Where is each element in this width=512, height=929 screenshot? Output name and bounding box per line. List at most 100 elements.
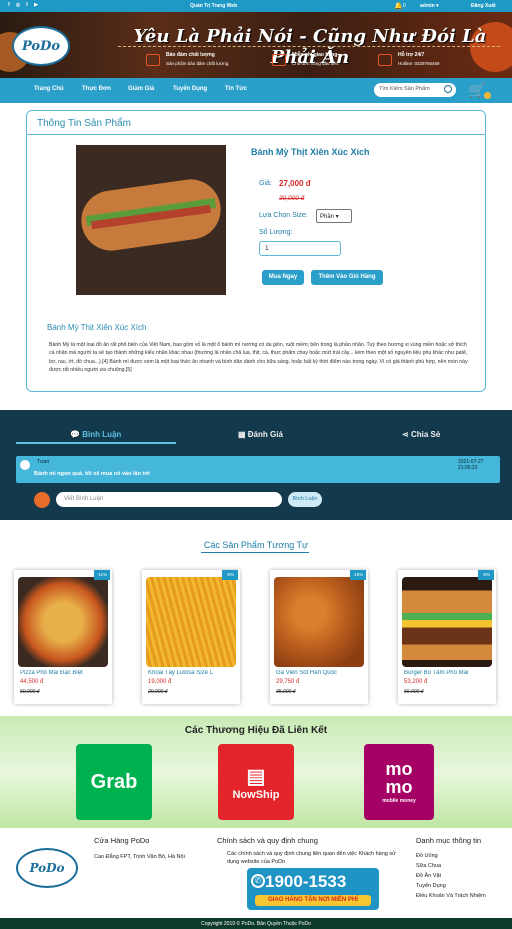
tab-label: Đánh Giá xyxy=(247,430,283,439)
cart-badge xyxy=(484,92,491,99)
brand-name: NowShip xyxy=(232,788,280,801)
related-underline xyxy=(201,552,309,553)
divider xyxy=(118,46,500,47)
clock-icon xyxy=(378,54,392,66)
hotline-tagline: GIAO HÀNG TẬN NƠI MIỄN PHÍ xyxy=(255,895,371,906)
category-recruitment[interactable]: Tuyển Dụng xyxy=(416,883,446,889)
logout-link[interactable]: Đăng Xuất xyxy=(471,3,496,9)
bell-icon[interactable]: 🔔 xyxy=(394,2,403,10)
discount-badge: -5% xyxy=(478,570,494,580)
site-logo[interactable]: PoDo xyxy=(12,26,70,66)
comment-text: Bánh mì ngon quá. tôi sẽ mua nó vào lần … xyxy=(34,471,150,477)
logo-text: PoDo xyxy=(29,861,65,875)
discount-badge: -11% xyxy=(94,570,110,580)
old-price: 30,000 đ xyxy=(279,195,305,202)
nav-home[interactable]: Trang Chủ xyxy=(34,86,64,92)
nav-news[interactable]: Tin Tức xyxy=(225,86,247,92)
phone-icon: ✆ xyxy=(251,874,265,888)
add-to-cart-button[interactable]: Thêm Vào Giỏ Hàng xyxy=(311,270,383,285)
product-name: Bánh Mỳ Thịt Xiên Xúc Xích xyxy=(251,147,370,157)
footer: PoDo Cửa Hàng PoDo Cao Đẳng FPT, Trịnh V… xyxy=(0,828,512,918)
discount-badge: -5% xyxy=(222,570,238,580)
hotline-number: 1900-1533 xyxy=(265,872,347,891)
brand-name: mo mo xyxy=(385,759,413,797)
box-header: Thông Tin Sản Phẩm xyxy=(27,111,485,135)
comment-input[interactable]: Viết Bình Luận xyxy=(56,492,282,507)
related-card-chicken[interactable]: -15% Gà Viên Sốt Hàn Quốc 29,750 đ 35,00… xyxy=(270,570,368,704)
quality-icon xyxy=(146,54,160,66)
store-address: Cao Đẳng FPT, Trịnh Văn Bô, Hà Nội xyxy=(94,854,185,860)
card-old-price: 20,000 đ xyxy=(148,689,168,695)
product-image xyxy=(76,145,226,295)
related-card-pizza[interactable]: -11% Pizza Phô Mai Đặc Biệt 44,500 đ 50,… xyxy=(14,570,112,704)
feature-desc: Hotline: 0329766459 xyxy=(398,61,440,66)
quantity-label: Số Lượng: xyxy=(259,229,293,236)
category-yogurt[interactable]: Sữa Chua xyxy=(416,863,441,869)
twitter-icon[interactable]: t xyxy=(24,2,30,8)
youtube-icon[interactable]: ▶ xyxy=(33,2,39,8)
brands-title: Các Thương Hiệu Đã Liên Kết xyxy=(184,725,328,736)
hotline-banner[interactable]: ✆ 1900-1533 GIAO HÀNG TẬN NƠI MIỄN PHÍ xyxy=(247,868,379,910)
facebook-icon[interactable]: f xyxy=(6,2,12,8)
search-input[interactable]: Tìm Kiếm Sản Phẩm xyxy=(374,83,456,97)
brand-name: Grab xyxy=(90,770,138,793)
tab-label: Chia Sẻ xyxy=(410,430,441,439)
card-price: 19,000 đ xyxy=(148,679,172,685)
partner-brands: Các Thương Hiệu Đã Liên Kết Grab ▤ NowSh… xyxy=(0,716,512,828)
tab-label: Bình Luận xyxy=(82,430,122,439)
avatar xyxy=(20,460,30,470)
category-snacks[interactable]: Đồ Ăn Vặt xyxy=(416,873,441,879)
feature-desc: Cho đơn hàng đầu tiên. xyxy=(292,61,340,66)
admin-link[interactable]: Quản Trị Trang Web xyxy=(190,3,237,9)
quantity-input[interactable]: 1 xyxy=(259,241,341,256)
nav-recruitment[interactable]: Tuyển Dụng xyxy=(173,86,207,92)
grab-logo[interactable]: Grab xyxy=(76,744,152,820)
policy-text: Các chính sách và quy định chung liên qu… xyxy=(227,851,396,866)
store-title: Cửa Hàng PoDo xyxy=(94,836,150,845)
nowship-icon: ▤ xyxy=(246,765,266,788)
instagram-icon[interactable]: ◎ xyxy=(15,2,21,8)
category-drinks[interactable]: Đồ Uống xyxy=(416,853,438,859)
social-links: f ◎ t ▶ xyxy=(6,2,39,8)
search-icon[interactable] xyxy=(444,85,452,93)
size-select[interactable]: Phần ▾ xyxy=(316,209,352,223)
header-banner: Yêu Là Phải Nói - Cũng Như Đói Là Phải Ă… xyxy=(0,12,512,78)
discount-badge: -15% xyxy=(350,570,366,580)
pizza-image xyxy=(18,577,108,667)
brand-sub: mobile money xyxy=(382,798,416,804)
buy-now-button[interactable]: Mua Ngay xyxy=(262,270,304,285)
comment-item: Tuan 2021-07-27 21:06:23 Bánh mì ngon qu… xyxy=(16,456,500,483)
active-tab-indicator xyxy=(16,442,176,444)
policy-title: Chính sách và quy định chung xyxy=(217,836,318,845)
burger-image xyxy=(402,577,492,667)
feature-title: Bảo đảm chất lượng xyxy=(166,52,215,58)
size-label: Lựa Chọn Size: xyxy=(259,212,308,219)
tab-share[interactable]: ⋖ Chia Sẻ xyxy=(402,430,440,439)
nav-menu[interactable]: Thực Đơn xyxy=(82,86,111,92)
logo-text: PoDo xyxy=(21,38,61,54)
momo-logo[interactable]: mo mo mobile money xyxy=(364,744,434,820)
card-name: Khoai Tây Lutosa Size L xyxy=(148,670,213,676)
feature-title: Hỗ trợ 24/7 xyxy=(398,52,425,58)
card-old-price: 56,000 đ xyxy=(404,689,424,695)
nowship-logo[interactable]: ▤ NowShip xyxy=(218,744,294,820)
category-terms[interactable]: Điều Khoản Và Trách Nhiệm xyxy=(416,893,486,899)
fries-image xyxy=(146,577,236,667)
price-label: Giá: xyxy=(259,180,272,187)
footer-logo[interactable]: PoDo xyxy=(16,848,78,888)
description-title: Bánh Mỳ Thịt Xiên Xúc Xích xyxy=(47,323,147,332)
related-card-burger[interactable]: -5% Burger Bò Tẩm Phô Mai 53,200 đ 56,00… xyxy=(398,570,496,704)
comment-submit-button[interactable]: Bình Luận xyxy=(288,492,322,507)
card-price: 53,200 đ xyxy=(404,679,428,685)
nav-discount[interactable]: Giảm Giá xyxy=(128,86,154,92)
card-price: 44,500 đ xyxy=(20,679,44,685)
feature-desc: Sản phẩm bảo đảm chất lượng. xyxy=(166,61,230,66)
truck-icon xyxy=(272,54,286,66)
card-name: Pizza Phô Mai Đặc Biệt xyxy=(20,670,83,676)
related-card-fries[interactable]: -5% Khoai Tây Lutosa Size L 19,000 đ 20,… xyxy=(142,570,240,704)
card-name: Gà Viên Sốt Hàn Quốc xyxy=(276,670,337,676)
tab-rating[interactable]: ▦ Đánh Giá xyxy=(238,430,283,439)
tab-comments[interactable]: 💬 Bình Luận xyxy=(70,430,121,439)
user-menu[interactable]: admin ▾ xyxy=(420,3,439,9)
related-title: Các Sản Phẩm Tương Tự xyxy=(203,540,309,550)
